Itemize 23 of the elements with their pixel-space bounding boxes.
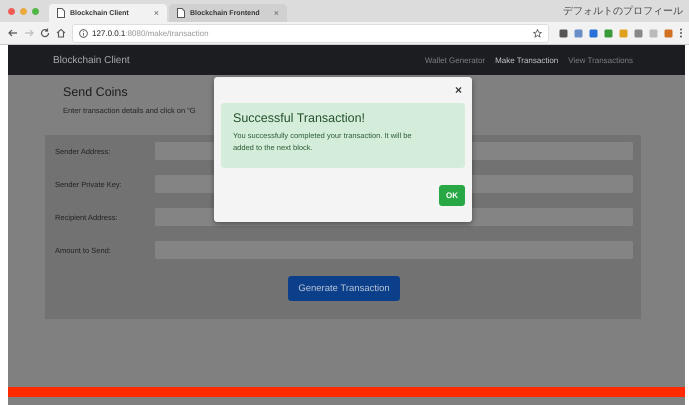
info-icon <box>79 28 88 38</box>
profile-name[interactable]: デフォルトのプロフィール <box>563 4 683 18</box>
document-icon <box>177 8 185 18</box>
generate-button[interactable]: Generate Transaction <box>288 276 400 301</box>
star-icon[interactable] <box>533 28 542 38</box>
menu-icon[interactable] <box>679 28 683 38</box>
close-button[interactable]: × <box>452 83 465 97</box>
address-field[interactable]: 127.0.0.1:8080/make/transaction <box>72 24 549 42</box>
brand-name[interactable]: Blockchain Client <box>53 54 130 66</box>
page-title: Send Coins <box>63 85 128 99</box>
reload-icon[interactable] <box>40 28 50 38</box>
tab-close-button[interactable]: × <box>274 8 279 18</box>
nav-link[interactable]: View Transactions <box>568 56 633 64</box>
document-icon <box>57 8 65 18</box>
window-close-button[interactable] <box>8 8 15 14</box>
tab-close-button[interactable]: × <box>154 8 159 18</box>
forward-icon[interactable] <box>24 28 34 38</box>
window-zoom-button[interactable] <box>32 8 39 14</box>
back-icon[interactable] <box>8 28 18 38</box>
nav-link[interactable]: Wallet Generator <box>424 56 486 64</box>
home-icon[interactable] <box>56 28 66 38</box>
alert-heading: Successful Transaction! <box>233 111 366 125</box>
nav-link[interactable]: Make Transaction <box>495 56 558 64</box>
